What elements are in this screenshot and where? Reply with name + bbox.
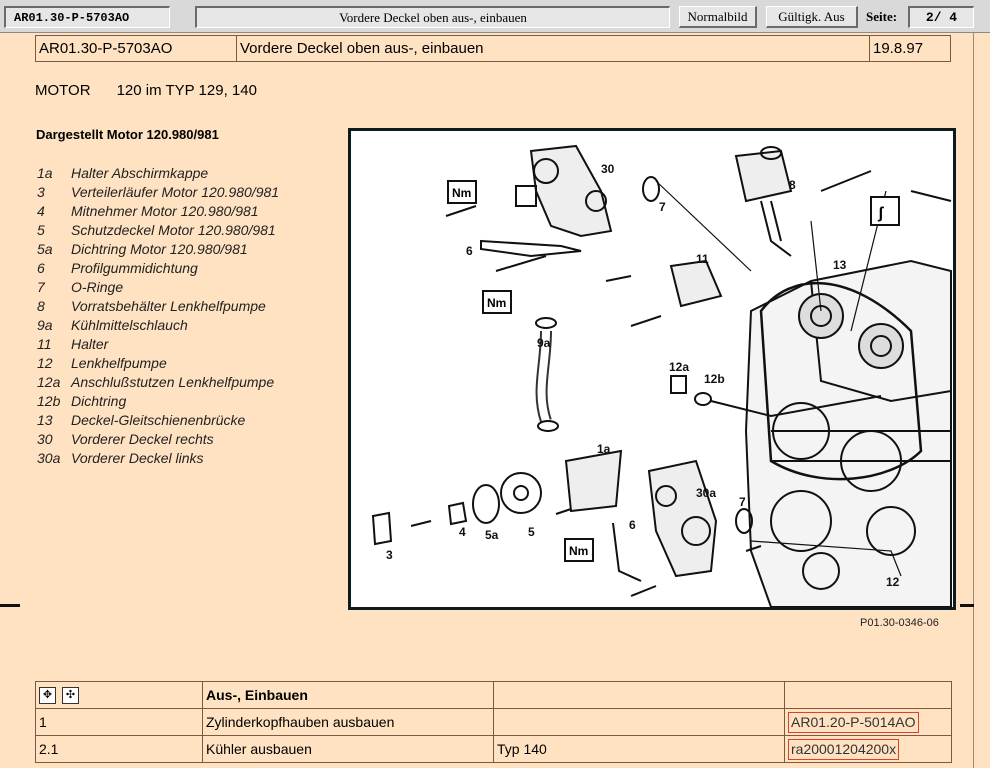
legend-item: 1a Halter Abschirmkappe (37, 165, 209, 181)
legend-item: 7 O-Ringe (37, 279, 124, 295)
header-date: 19.8.97 (873, 40, 924, 57)
nm-badge-3: Nm (569, 544, 588, 558)
header-title: Vordere Deckel oben aus-, einbauen (237, 36, 870, 61)
motor-line: MOTOR 120 im TYP 129, 140 (35, 82, 257, 99)
legend-item: 12 Lenkhelfpumpe (37, 355, 167, 371)
callout-label: 7 (739, 495, 746, 509)
legend-item: 11 Halter (37, 336, 109, 352)
callout-label: 9a (537, 336, 551, 350)
document-header: AR01.30-P-5703AO Vordere Deckel oben aus… (35, 35, 951, 62)
callout-label: 4 (459, 525, 466, 539)
normalbild-button[interactable]: Normalbild (679, 6, 757, 28)
motor-label: MOTOR (35, 82, 91, 99)
document-id-field: AR01.30-P-5703AO (4, 6, 170, 28)
callout-label: 12 (886, 575, 900, 589)
callout-label: 5a (485, 528, 499, 542)
legend-item: 30 Vorderer Deckel rechts (37, 431, 214, 447)
table-row: 2.1 Kühler ausbauen Typ 140 ra2000120420… (35, 735, 952, 763)
step-extra: Typ 140 (493, 735, 785, 763)
callout-label: 12a (669, 360, 689, 374)
page-label: Seite: (866, 9, 898, 24)
callout-label: 8 (789, 178, 796, 192)
collapse-icon[interactable]: ✣ (62, 686, 79, 704)
callout-label: 30a (696, 486, 716, 500)
document-title-field: Vordere Deckel oben aus-, einbauen (195, 6, 670, 28)
callout-label: 1a (597, 442, 611, 456)
right-edge-marker (960, 604, 974, 607)
legend-item: 30a Vorderer Deckel links (37, 450, 204, 466)
callout-label: 13 (833, 258, 847, 272)
callout-label: 12b (704, 372, 725, 386)
figure-caption: P01.30-0346-06 (860, 617, 939, 629)
motor-value: 120 im TYP 129, 140 (116, 82, 257, 99)
legend-item: 8 Vorratsbehälter Lenkhelfpumpe (37, 298, 266, 314)
step-description: Kühler ausbauen (202, 735, 494, 763)
toolbar: AR01.30-P-5703AO Vordere Deckel oben aus… (0, 0, 990, 33)
callout-label: 5 (528, 525, 535, 539)
legend-item: 12b Dichtring (37, 393, 127, 409)
legend-item: 5 Schutzdeckel Motor 120.980/981 (37, 222, 276, 238)
callout-label: 6 (466, 244, 473, 258)
page-indicator: 2/ 4 (908, 6, 974, 28)
vertical-scrollbar[interactable] (973, 33, 990, 768)
callout-label: 11 (696, 252, 709, 266)
legend-item: 9a Kühlmittelschlauch (37, 317, 188, 333)
legend-item: 4 Mitnehmer Motor 120.980/981 (37, 203, 259, 219)
nm-badge-2: Nm (487, 296, 506, 310)
callout-label: 6 (629, 518, 636, 532)
header-code: AR01.30-P-5703AO (36, 36, 237, 61)
reference-link[interactable]: AR01.20-P-5014AO (788, 711, 919, 733)
step-number: 2.1 (35, 735, 203, 763)
svg-text:ʃ: ʃ (877, 205, 884, 222)
step-description: Zylinderkopfhauben ausbauen (202, 708, 494, 736)
diagram-drawing: Nm Nm Nm ʃ 30 7 8 6 11 13 9a 12a 12b 1a … (371, 144, 952, 607)
left-edge-marker (0, 604, 20, 607)
exploded-view-diagram: Nm Nm Nm ʃ 30 7 8 6 11 13 9a 12a 12b 1a … (348, 128, 956, 610)
parts-legend: 1a Halter Abschirmkappe 3 Verteilerläufer … (37, 165, 279, 469)
table-row: 1 Zylinderkopfhauben ausbauen AR01.20-P-… (35, 708, 952, 736)
reference-link[interactable]: ra20001204200x (788, 738, 900, 760)
callout-label: 3 (386, 548, 393, 562)
callout-label: 30 (601, 162, 615, 176)
step-number: 1 (35, 708, 203, 736)
legend-item: 12a Anschlußstutzen Lenkhelfpumpe (37, 374, 275, 390)
nm-badge-1: Nm (452, 186, 471, 200)
tool-icon: ʃ (870, 196, 900, 226)
shown-motor: Dargestellt Motor 120.980/981 (36, 127, 219, 142)
expand-icon[interactable]: ✥ (39, 686, 56, 704)
callout-label: 7 (659, 200, 666, 214)
table-header: Aus-, Einbauen (202, 681, 494, 709)
legend-item: 6 Profilgummidichtung (37, 260, 198, 276)
legend-item: 5a Dichtring Motor 120.980/981 (37, 241, 248, 257)
table-header-row: ✥ ✣ Aus-, Einbauen (35, 681, 952, 709)
legend-item: 13 Deckel-Gleitschienenbrücke (37, 412, 246, 428)
legend-item: 3 Verteilerläufer Motor 120.980/981 (37, 184, 280, 200)
validity-button[interactable]: Gültigk. Aus (766, 6, 858, 28)
procedure-table: ✥ ✣ Aus-, Einbauen 1 Zylinderkopfhauben a… (35, 681, 952, 763)
step-extra (493, 708, 785, 736)
